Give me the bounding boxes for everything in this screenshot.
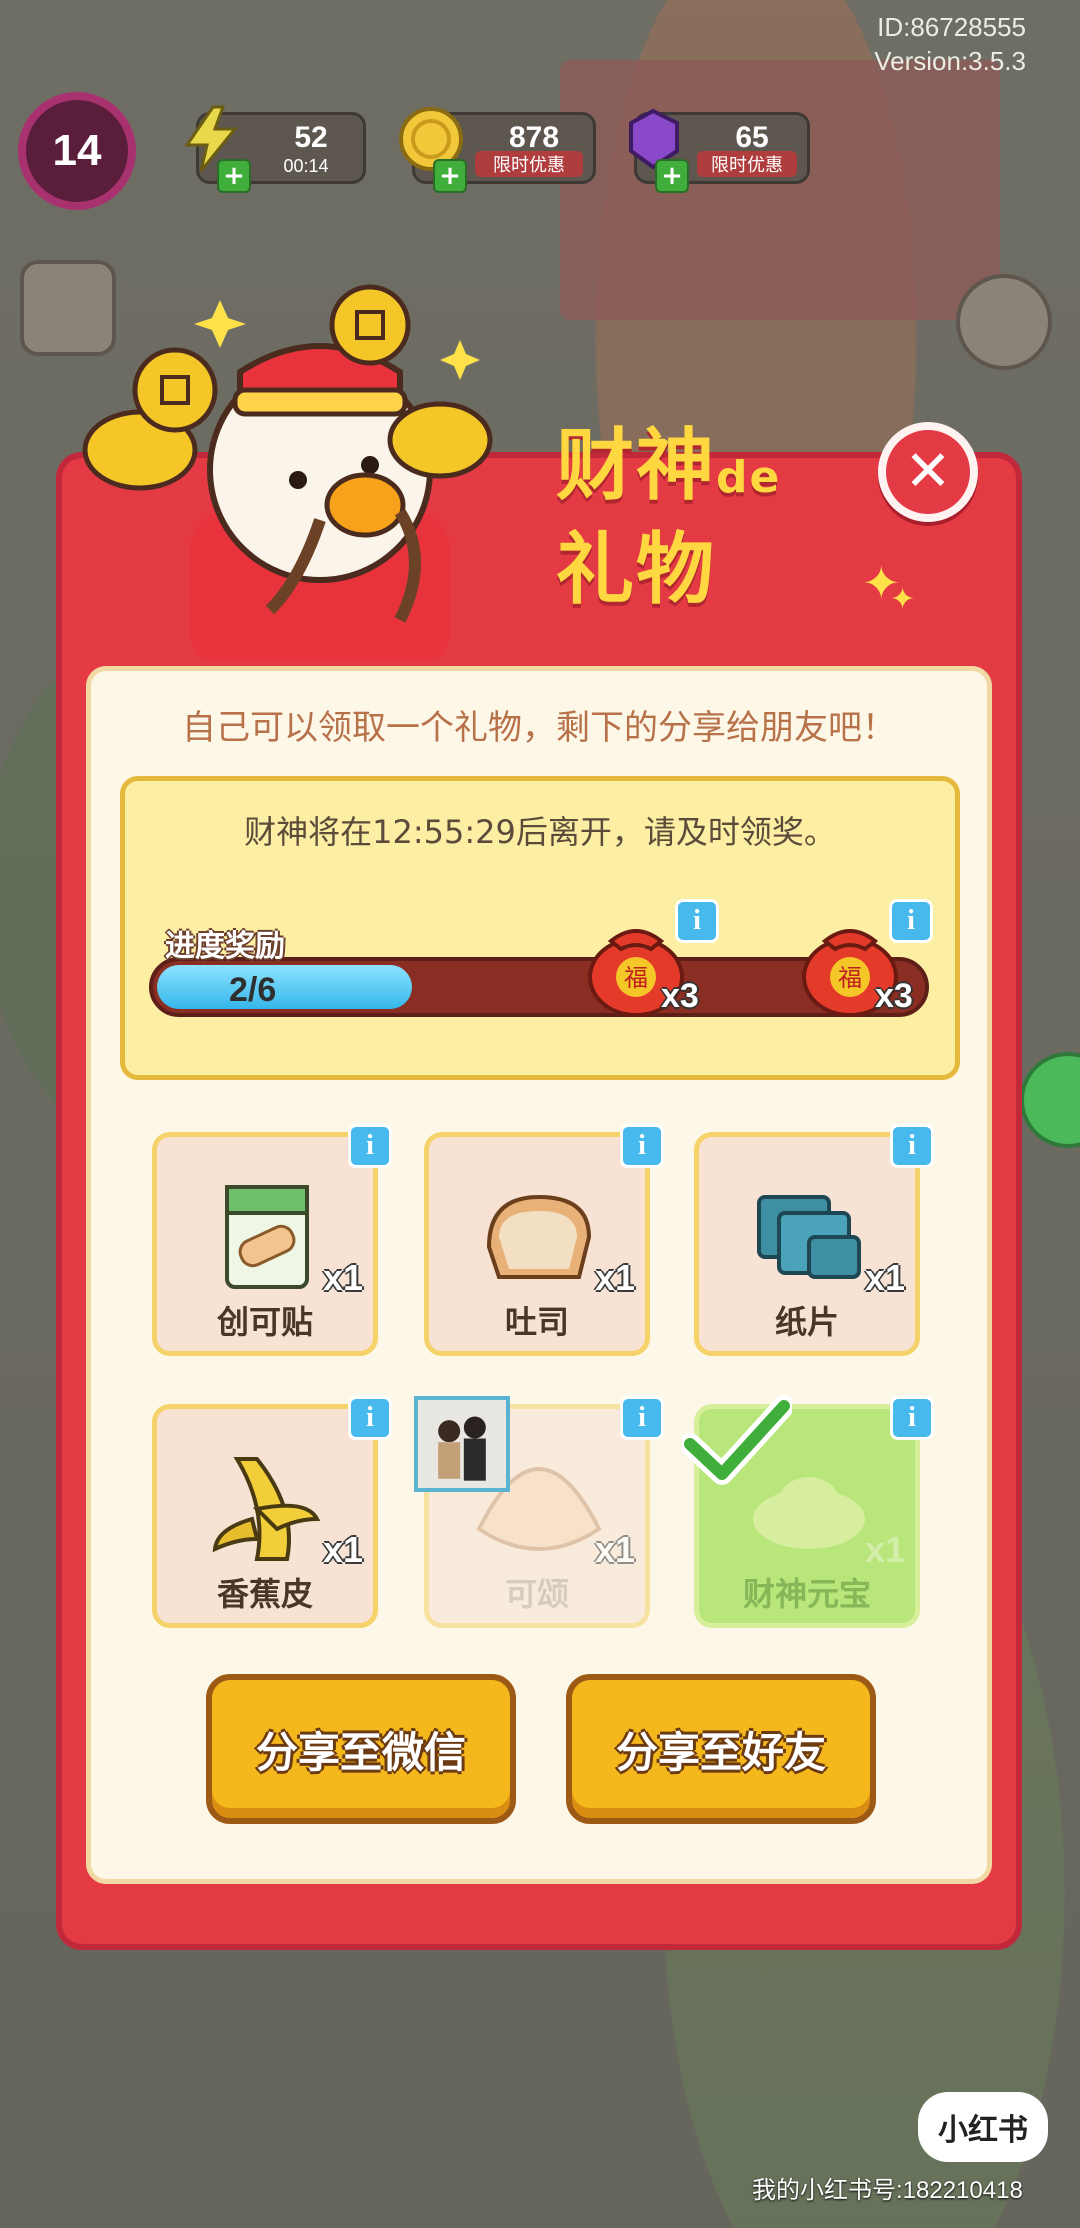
info-icon[interactable]: i [348,1396,392,1440]
gift-item-banana-peel[interactable]: x1 香蕉皮 [152,1404,378,1628]
item-name: 纸片 [774,1303,839,1341]
share-friend-label: 分享至好友 [615,1727,826,1777]
info-icon[interactable]: i [348,1124,392,1168]
avatar-photo-icon [418,1400,506,1488]
info-icon[interactable]: i [620,1124,664,1168]
progress-reward-panel: 财神将在12:55:29后离开，请及时领奖。 2/6 进度奖励 福 x3 i 福… [120,776,960,1080]
item-qty: x1 [594,1529,635,1570]
bandage-box-icon [225,1185,309,1289]
build-info: ID:86728555 Version:3.5.3 [874,10,1026,78]
energy-value: 52 [294,121,328,154]
god-of-wealth-character [82,284,493,660]
svg-text:福: 福 [838,964,862,992]
gem-offer-badge[interactable]: 限时优惠 [697,151,797,177]
xiaohongshu-logo: 小红书 [918,2092,1048,2162]
title-line2: 礼物 [556,525,717,615]
add-energy-button[interactable]: + [217,159,251,193]
item-name: 创可贴 [216,1303,313,1341]
gift-item-toast[interactable]: x1 吐司 [424,1132,650,1356]
level-badge[interactable]: 14 [18,92,136,210]
energy-counter[interactable]: 52 00:14 + [184,105,366,193]
title-line1: 财神 [556,421,717,511]
watermark-logo-text: 小红书 [938,2113,1028,2148]
share-wechat-label: 分享至微信 [255,1727,466,1777]
gem-counter[interactable]: 65 限时优惠 + [629,108,810,193]
level-number: 14 [52,126,102,175]
energy-timer: 00:14 [283,156,329,176]
svg-text:福: 福 [624,964,648,992]
modal-title: 财神de 礼物 [556,420,781,616]
coin-value: 878 [508,121,560,154]
add-coins-button[interactable]: + [433,159,467,193]
share-wechat-button[interactable]: 分享至微信 [206,1674,516,1824]
coin-counter[interactable]: 878 限时优惠 + [399,107,596,193]
add-gems-button[interactable]: + [655,159,689,193]
instructions-text: 自己可以领取一个礼物，剩下的分享给朋友吧！ [182,708,896,748]
toast-icon [486,1194,592,1279]
share-friend-button[interactable]: 分享至好友 [566,1674,876,1824]
settings-gear-icon[interactable] [956,274,1052,370]
item-name: 香蕉皮 [216,1575,313,1613]
info-icon[interactable]: i [620,1396,664,1440]
item-qty: x1 [322,1257,363,1298]
info-icon[interactable]: i [675,899,719,943]
item-name: 财神元宝 [742,1575,871,1613]
reward-qty: x3 [661,977,699,1015]
item-qty: x1 [864,1257,905,1298]
sparkle-icon: ✦ [890,582,916,617]
gem-value: 65 [735,121,769,154]
close-icon: ✕ [904,439,952,504]
item-name: 可颂 [504,1575,569,1613]
item-qty: x1 [322,1529,363,1570]
version-text: Version:3.5.3 [874,46,1026,76]
info-icon[interactable]: i [890,1396,934,1440]
countdown-text: 财神将在12:55:29后离开，请及时领奖。 [244,813,836,851]
gift-item-bandage[interactable]: x1 创可贴 [152,1132,378,1356]
item-qty: x1 [864,1529,905,1570]
coin-offer-badge[interactable]: 限时优惠 [475,151,583,177]
progress-label: 进度奖励 [165,929,285,964]
info-icon[interactable]: i [889,899,933,943]
progress-text: 2/6 [229,971,277,1009]
background-building [560,60,1000,320]
close-button[interactable]: ✕ [878,422,978,522]
friend-avatar [414,1396,510,1492]
gift-item-paper[interactable]: x1 纸片 [694,1132,920,1356]
item-name: 吐司 [504,1303,569,1341]
checkmark-icon [682,1395,792,1485]
reward-qty: x3 [875,977,913,1015]
progress-fill [157,965,412,1009]
watermark-id: 我的小红书号:182210418 [752,2177,1023,2204]
paper-stack-icon [757,1195,861,1279]
info-icon[interactable]: i [890,1124,934,1168]
item-qty: x1 [594,1257,635,1298]
player-id-text: ID:86728555 [877,12,1026,42]
title-de: de [716,452,782,503]
banana-peel-icon [212,1457,321,1561]
